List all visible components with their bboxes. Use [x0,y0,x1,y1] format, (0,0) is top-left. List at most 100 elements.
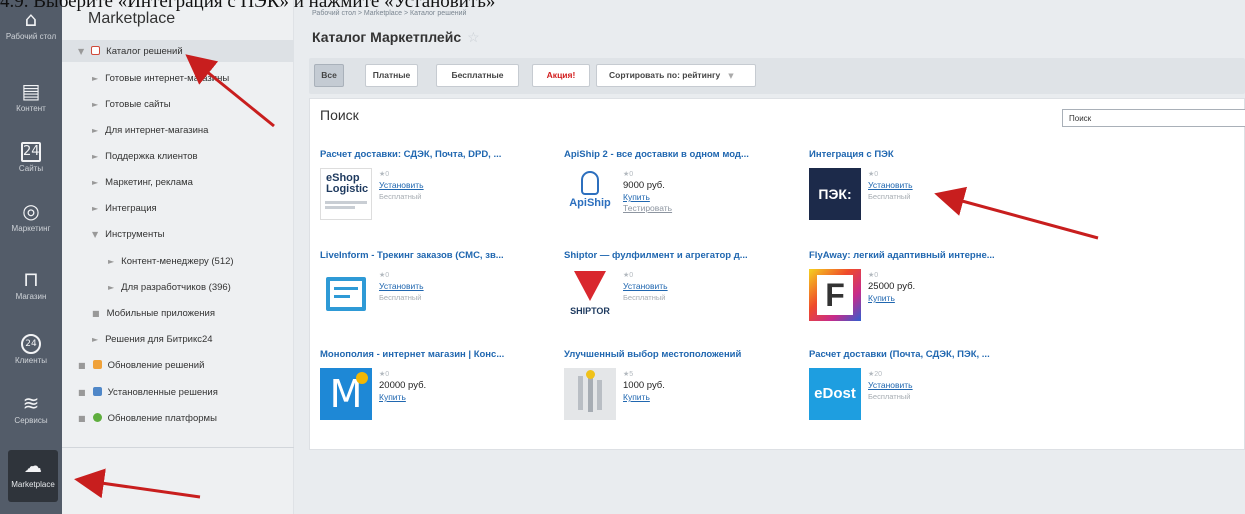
collapsed-arrow-icon: ► [92,100,99,109]
expanded-arrow-icon: ▼ [78,47,85,56]
sidebar-item-content-manager[interactable]: ► Контент-менеджеру (512) [108,256,234,267]
card-title[interactable]: Интеграция с ПЭК [809,149,894,160]
nav-label: Клиенты [14,356,48,365]
cart-icon: ⊓ [23,267,39,291]
price: 9000 руб. [623,180,665,191]
buy-link[interactable]: Купить [868,293,915,304]
logo-text: ПЭК: [818,186,852,202]
logo-text: eShop Logistic [326,172,369,195]
test-link[interactable]: Тестировать [623,203,672,214]
collapsed-arrow-icon: ► [92,152,99,161]
sidebar-item-label: Готовые интернет-магазины [105,73,230,84]
sidebar-item-for-shop[interactable]: ► Для интернет-магазина [92,125,208,136]
sidebar-item-platform-update[interactable]: ■ Обновление платформы [78,413,217,424]
cart-badge-icon [356,372,368,384]
favorite-star-icon[interactable]: ☆ [467,29,480,45]
nav-content[interactable]: ▤ Контент [0,80,62,113]
collapsed-arrow-icon: ► [108,257,115,266]
cloud-download-icon: ☁ [24,456,42,477]
install-link[interactable]: Установить [868,380,913,391]
apiship-logo[interactable]: ApiShip [564,168,616,220]
installed-box-icon [92,387,102,396]
sidebar-item-label: Обновление решений [107,360,205,371]
sidebar-item-catalog[interactable]: ▼ Каталог решений [78,46,183,57]
liveinform-logo[interactable] [320,269,372,321]
install-link[interactable]: Установить [868,180,913,191]
nav-marketing[interactable]: ◎ Маркетинг [0,200,62,233]
rating: ★0 [623,272,634,279]
sidebar-item-mobile[interactable]: ■ Мобильные приложения [92,308,215,319]
solution-card: Shiptor — фулфилмент и агрегатор д... SH… [564,250,794,332]
solution-card: Расчет доставки: СДЭК, Почта, DPD, ... e… [320,149,550,231]
nav-label: Магазин [15,292,47,301]
marketplace-sidebar: Marketplace ▼ Каталог решений ► Готовые ин… [62,0,294,514]
sidebar-item-tools[interactable]: ▼ Инструменты [92,229,164,240]
sidebar-item-installed[interactable]: ■ Установленные решения [78,387,218,398]
nav-desktop[interactable]: ⌂ Рабочий стол [0,8,62,41]
filter-paid-button[interactable]: Платные [365,64,418,87]
sidebar-item-support[interactable]: ► Поддержка клиентов [92,151,198,162]
eshop-logistic-logo[interactable]: eShop Logistic [320,168,372,220]
buy-link[interactable]: Купить [379,392,426,403]
card-title[interactable]: Улучшенный выбор местоположений [564,349,741,360]
page-title: Каталог Маркетплейс ☆ [312,29,480,46]
sidebar-item-bitrix24[interactable]: ► Решения для Битрикс24 [92,334,213,345]
nav-shop[interactable]: ⊓ Магазин [0,268,62,301]
card-info: ★0 Установить Бесплатный [623,270,668,303]
edost-logo[interactable]: eDost [809,368,861,420]
nav-sites[interactable]: 24 Сайты [0,142,62,173]
nav-label: Контент [16,104,46,113]
install-link[interactable]: Установить [379,180,424,191]
price-type: Бесплатный [868,392,911,401]
sidebar-item-integration[interactable]: ► Интеграция [92,203,157,214]
nav-services[interactable]: ≋ Сервисы [0,392,62,425]
rating: ★0 [379,171,390,178]
monopoly-logo[interactable]: M [320,368,372,420]
target-icon: ◎ [22,199,40,223]
rating: ★0 [868,171,879,178]
price-type: Бесплатный [379,192,422,201]
sidebar-item-marketing[interactable]: ► Маркетинг, реклама [92,177,193,188]
main-area: Рабочий стол > Marketplace > Каталог реш… [294,0,1245,514]
install-link[interactable]: Установить [379,281,424,292]
solution-card: ApiShip 2 - все доставки в одном мод... … [564,149,794,231]
card-title[interactable]: Shiptor — фулфилмент и агрегатор д... [564,250,748,261]
card-title[interactable]: Расчет доставки (Почта, СДЭК, ПЭК, ... [809,349,990,360]
location-logo[interactable] [564,368,616,420]
filter-free-button[interactable]: Бесплатные [436,64,519,87]
solution-card-pek: Интеграция с ПЭК ПЭК: ★0 Установить Бесп… [809,149,1039,231]
sidebar-item-updates[interactable]: ■ Обновление решений [78,360,204,371]
sidebar-item-developers[interactable]: ► Для разработчиков (396) [108,282,231,293]
install-link[interactable]: Установить [623,281,668,292]
nav-clients[interactable]: 24 Клиенты [0,334,62,365]
card-title[interactable]: Расчет доставки: СДЭК, Почта, DPD, ... [320,149,501,160]
nav-marketplace[interactable]: ☁ Marketplace [8,450,58,502]
pek-logo[interactable]: ПЭК: [809,168,861,220]
rating: ★5 [623,371,634,378]
sidebar-item-ready-sites[interactable]: ► Готовые сайты [92,99,171,110]
solution-card: Улучшенный выбор местоположений ★5 1000 … [564,349,794,431]
sort-dropdown[interactable]: Сортировать по: рейтингу ▼ [596,64,756,87]
logo-text: eDost [814,385,856,402]
buy-link[interactable]: Купить [623,192,672,203]
card-title[interactable]: Монополия - интернет магазин | Конс... [320,349,504,360]
sidebar-item-label: Решения для Битрикс24 [105,334,213,345]
card-info: ★20 Установить Бесплатный [868,369,913,402]
search-input[interactable] [1062,109,1245,127]
rating: ★20 [868,371,883,378]
card-title[interactable]: FlyAway: легкий адаптивный интерне... [809,250,995,261]
card-title[interactable]: ApiShip 2 - все доставки в одном мод... [564,149,749,160]
catalog-panel: Поиск Расчет доставки: СДЭК, Почта, DPD,… [309,98,1245,450]
filter-promo-button[interactable]: Акция! [532,64,590,87]
filter-all-button[interactable]: Все [314,64,344,87]
flyaway-logo[interactable]: F [809,269,861,321]
layers-icon: ≋ [22,391,40,415]
collapsed-arrow-icon: ► [92,74,99,83]
sidebar-item-ready-shops[interactable]: ► Готовые интернет-магазины [92,73,229,84]
page-title-text: Каталог Маркетплейс [312,29,462,45]
buy-link[interactable]: Купить [623,392,665,403]
card-info: ★0 9000 руб. Купить Тестировать [623,169,672,214]
card-title[interactable]: LiveInform - Трекинг заказов (СМС, зв... [320,250,504,261]
price: 20000 руб. [379,380,427,391]
shiptor-logo[interactable]: SHIPTOR [564,269,616,321]
